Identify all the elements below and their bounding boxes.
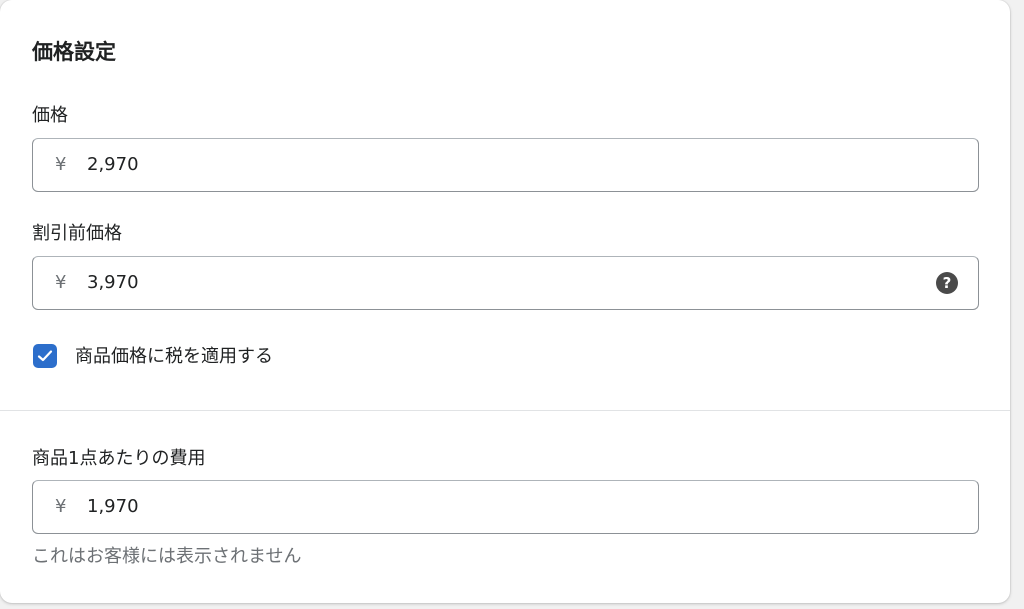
compare-at-price-input[interactable]: ¥ 3,970 ? xyxy=(32,256,979,310)
section-divider xyxy=(0,410,1010,411)
compare-at-price-label: 割引前価格 xyxy=(32,223,122,244)
cost-per-item-value: 1,970 xyxy=(87,496,139,517)
price-value: 2,970 xyxy=(87,154,139,175)
price-currency-symbol: ¥ xyxy=(55,154,67,175)
section-title: 価格設定 xyxy=(32,40,116,64)
price-input[interactable]: ¥ 2,970 xyxy=(32,138,979,192)
compare-at-price-currency-symbol: ¥ xyxy=(55,272,67,293)
apply-tax-checkbox[interactable] xyxy=(33,344,57,368)
compare-at-price-value: 3,970 xyxy=(87,272,139,293)
pricing-card: 価格設定 価格 ¥ 2,970 割引前価格 ¥ 3,970 ? 商品価格に税を適… xyxy=(0,0,1010,603)
cost-per-item-input[interactable]: ¥ 1,970 xyxy=(32,480,979,534)
price-label: 価格 xyxy=(32,105,68,126)
cost-per-item-currency-symbol: ¥ xyxy=(55,496,67,517)
cost-per-item-label: 商品1点あたりの費用 xyxy=(32,448,206,469)
apply-tax-label[interactable]: 商品価格に税を適用する xyxy=(75,344,273,370)
cost-per-item-help-text: これはお客様には表示されません xyxy=(32,546,302,567)
pricing-section: 価格設定 価格 ¥ 2,970 割引前価格 ¥ 3,970 ? 商品価格に税を適… xyxy=(0,0,1010,410)
question-circle-icon[interactable]: ? xyxy=(936,272,958,294)
checkmark-icon xyxy=(37,350,53,362)
